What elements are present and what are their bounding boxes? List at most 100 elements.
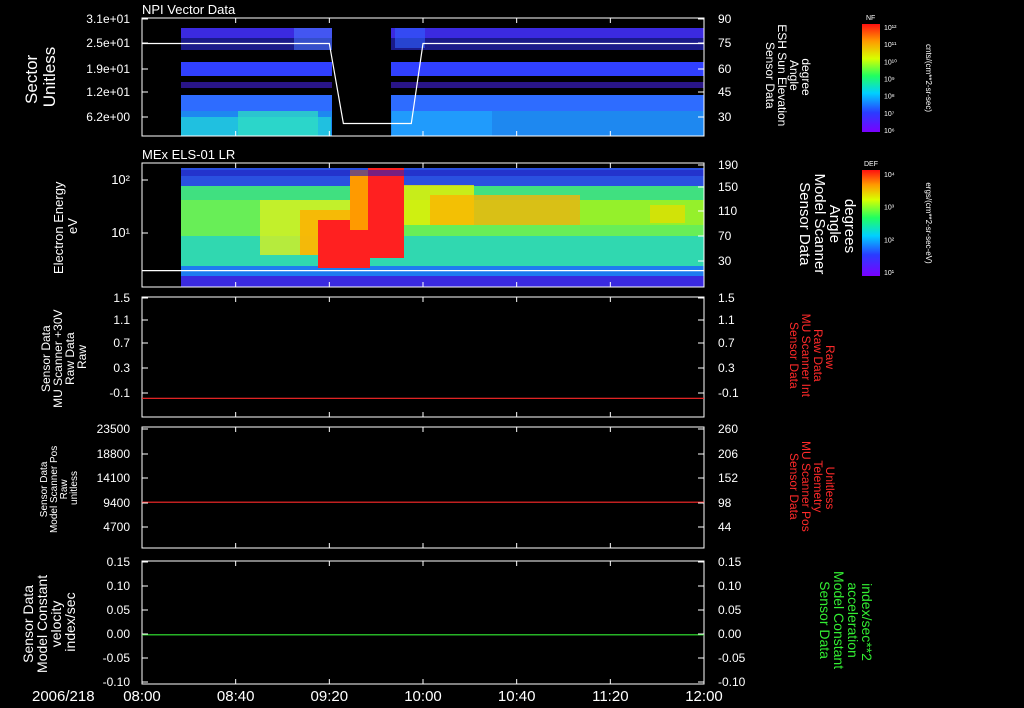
panel3-ylabel: Sensor Data MU Scanner +30V Raw Data Raw bbox=[39, 306, 89, 408]
panel2-heatmap bbox=[181, 168, 704, 287]
colorbar-tick-label: 10¹⁰ bbox=[884, 58, 897, 66]
time-tick-label: 09:20 bbox=[311, 688, 349, 705]
panel2-ytick2-label: 110 bbox=[718, 204, 737, 218]
panel1-ytick2-label: 75 bbox=[718, 36, 732, 50]
panel3-frame bbox=[141, 296, 705, 418]
panel5-ytick2-label: 0.15 bbox=[718, 555, 742, 569]
panel3-ytick-label: 1.1 bbox=[113, 313, 130, 327]
panel1-ytick2-label: 90 bbox=[718, 12, 732, 26]
panel4-ytick-label: 18800 bbox=[97, 447, 131, 461]
colorbar-tick-label: 10² bbox=[884, 237, 895, 244]
colorbar-tick-label: 10⁹ bbox=[884, 77, 895, 84]
panel5-ytick2-label: 0.05 bbox=[718, 603, 742, 617]
panel1-ytick-label: 1.9e+01 bbox=[86, 62, 130, 76]
panel4-ytick-label: 9400 bbox=[103, 496, 130, 510]
panel5-ytick2-label: 0.00 bbox=[718, 627, 742, 641]
panel1-left-axis: 3.1e+01 2.5e+01 1.9e+01 1.2e+01 6.2e+00 bbox=[86, 12, 148, 124]
panel3-ylabel-right: Sensor Data MU Scanner Int Raw Data Raw bbox=[787, 314, 837, 401]
colorbar-tick-label: 10⁴ bbox=[884, 172, 895, 179]
colorbar-nf: NF 10¹² 10¹¹ 10¹⁰ 10⁹ 10⁸ 10⁷ 10⁶ cnts/(cm**2-… bbox=[862, 15, 933, 135]
panel3-ytick2-label: 1.1 bbox=[718, 313, 735, 327]
time-tick-label: 08:00 bbox=[123, 688, 161, 705]
colorbar-def-label: DEF bbox=[864, 161, 878, 168]
panel4-ytick-label: 23500 bbox=[97, 422, 131, 436]
panel2-ytick2-label: 150 bbox=[718, 180, 738, 194]
panel1-ylabel: Sector Unitless bbox=[22, 47, 59, 107]
panel2-ytick-label: 10¹ bbox=[111, 225, 130, 240]
panel1-ylabel-right: Sensor Data ESH Sun Elevation Angle degr… bbox=[763, 24, 813, 129]
time-tick-label: 08:40 bbox=[217, 688, 255, 705]
panel5-ytick2-label: -0.05 bbox=[718, 651, 746, 665]
panel2-ylabel: Electron Energy eV bbox=[51, 178, 80, 274]
panel2-ytick-label: 10² bbox=[111, 172, 130, 187]
panel-scanner-pos: 23500 18800 14100 9400 4700 260 206 152 98 44 Se… bbox=[39, 422, 837, 549]
colorbar-def-gradient bbox=[862, 170, 880, 276]
colorbar-nf-units: cnts/(cm**2-sr-sec) bbox=[924, 44, 933, 112]
panel5-ytick-label: 0.10 bbox=[107, 579, 131, 593]
colorbar-tick-label: 10³ bbox=[884, 205, 895, 212]
panel2-ytick2-label: 190 bbox=[718, 158, 738, 172]
panel1-heatmap bbox=[181, 28, 704, 136]
panel2-ytick2-label: 70 bbox=[718, 229, 732, 243]
colorbar-nf-label: NF bbox=[866, 15, 875, 22]
panel5-left-axis: 0.15 0.10 0.05 0.00 -0.05 -0.10 bbox=[103, 555, 148, 689]
panel1-ytick-label: 6.2e+00 bbox=[86, 110, 130, 124]
panel-mex-els: MEx ELS-01 LR 10² 10¹ 190 150 110 70 30 Elect… bbox=[51, 147, 858, 288]
panel3-ytick2-label: 0.7 bbox=[718, 336, 735, 350]
colorbar-tick-label: 10⁷ bbox=[884, 111, 895, 118]
panel5-ytick-label: -0.10 bbox=[103, 675, 131, 689]
time-tick-label: 10:00 bbox=[404, 688, 442, 705]
panel1-ytick2-label: 30 bbox=[718, 110, 732, 124]
colorbar-nf-ticks: 10¹² 10¹¹ 10¹⁰ 10⁹ 10⁸ 10⁷ 10⁶ bbox=[884, 25, 897, 135]
panel2-title: MEx ELS-01 LR bbox=[142, 147, 235, 162]
panel2-ytick2-label: 30 bbox=[718, 254, 732, 268]
panel4-ytick2-label: 152 bbox=[718, 471, 738, 485]
panel5-ylabel-right: Sensor Data Model Constant acceleration … bbox=[817, 571, 875, 673]
colorbar-tick-label: 10⁸ bbox=[884, 94, 895, 101]
panel4-ylabel: Sensor Data Model Scanner Pos Raw unitle… bbox=[39, 443, 80, 533]
panel4-ytick2-label: 260 bbox=[718, 422, 738, 436]
panel5-ytick-label: -0.05 bbox=[103, 651, 131, 665]
panel5-ytick-label: 0.05 bbox=[107, 603, 131, 617]
time-tick-label: 12:00 bbox=[685, 688, 723, 705]
panel-npi-vector: NPI Vector Data 3.1e+01 2.5e+01 1.9e+01 1.2… bbox=[22, 2, 813, 137]
figure: NPI Vector Data 3.1e+01 2.5e+01 1.9e+01 1.2… bbox=[20, 2, 933, 705]
panel4-ytick-label: 4700 bbox=[103, 520, 130, 534]
panel4-right-axis: 260 206 152 98 44 bbox=[141, 422, 738, 548]
panel1-title: NPI Vector Data bbox=[142, 2, 236, 17]
date-label: 2006/218 bbox=[32, 688, 95, 705]
panel4-ytick2-label: 44 bbox=[718, 520, 732, 534]
panel5-ylabel: Sensor Data Model Constant velocity inde… bbox=[20, 571, 78, 673]
panel3-ytick-label: -0.1 bbox=[109, 386, 130, 400]
panel1-ytick-label: 1.2e+01 bbox=[86, 85, 130, 99]
panel3-ytick-label: 1.5 bbox=[113, 291, 130, 305]
panel3-ytick2-label: 1.5 bbox=[718, 291, 735, 305]
colorbar-tick-label: 10¹¹ bbox=[884, 42, 897, 49]
panel5-ytick2-label: -0.10 bbox=[718, 675, 746, 689]
panel5-ytick-label: 0.15 bbox=[107, 555, 131, 569]
panel4-frame bbox=[141, 426, 705, 549]
panel4-ytick2-label: 98 bbox=[718, 496, 732, 510]
colorbar-def-units: ergs/(cm**2-sr-sec-eV) bbox=[924, 182, 933, 264]
panel1-ytick-label: 3.1e+01 bbox=[86, 12, 130, 26]
panel5-frame bbox=[141, 560, 705, 685]
panel1-ytick2-label: 45 bbox=[718, 85, 732, 99]
time-axis: 2006/218 08:00 08:40 09:20 10:00 10:40 11:20 1… bbox=[32, 688, 723, 705]
panel5-ytick-label: 0.00 bbox=[107, 627, 131, 641]
colorbar-tick-label: 10¹² bbox=[884, 25, 897, 32]
panel-mu-scanner-raw: 1.5 1.1 0.7 0.3 -0.1 1.5 1.1 0.7 0.3 -0.1 Sensor… bbox=[39, 291, 837, 418]
panel-model-constant: 0.150.100.050.00-0.05-0.10 0.150.100.050… bbox=[20, 555, 875, 689]
time-tick-label: 11:20 bbox=[592, 688, 628, 705]
panel4-ytick-label: 14100 bbox=[97, 471, 131, 485]
panel5-right-axis: 0.15 0.10 0.05 0.00 -0.05 -0.10 bbox=[141, 555, 746, 689]
panel1-ytick-label: 2.5e+01 bbox=[86, 36, 130, 50]
colorbar-tick-label: 10⁶ bbox=[884, 128, 895, 135]
colorbar-tick-label: 10¹ bbox=[884, 270, 895, 277]
panel3-ytick2-label: 0.3 bbox=[718, 361, 735, 375]
panel5-ytick2-label: 0.10 bbox=[718, 579, 742, 593]
panel3-ytick-label: 0.3 bbox=[113, 361, 130, 375]
colorbar-nf-gradient bbox=[862, 24, 880, 132]
panel4-ylabel-right: Sensor Data MU Scanner Pos Telemetry Uni… bbox=[787, 441, 837, 535]
panel4-left-axis: 23500 18800 14100 9400 4700 bbox=[97, 422, 148, 534]
panel3-ytick2-label: -0.1 bbox=[718, 386, 739, 400]
